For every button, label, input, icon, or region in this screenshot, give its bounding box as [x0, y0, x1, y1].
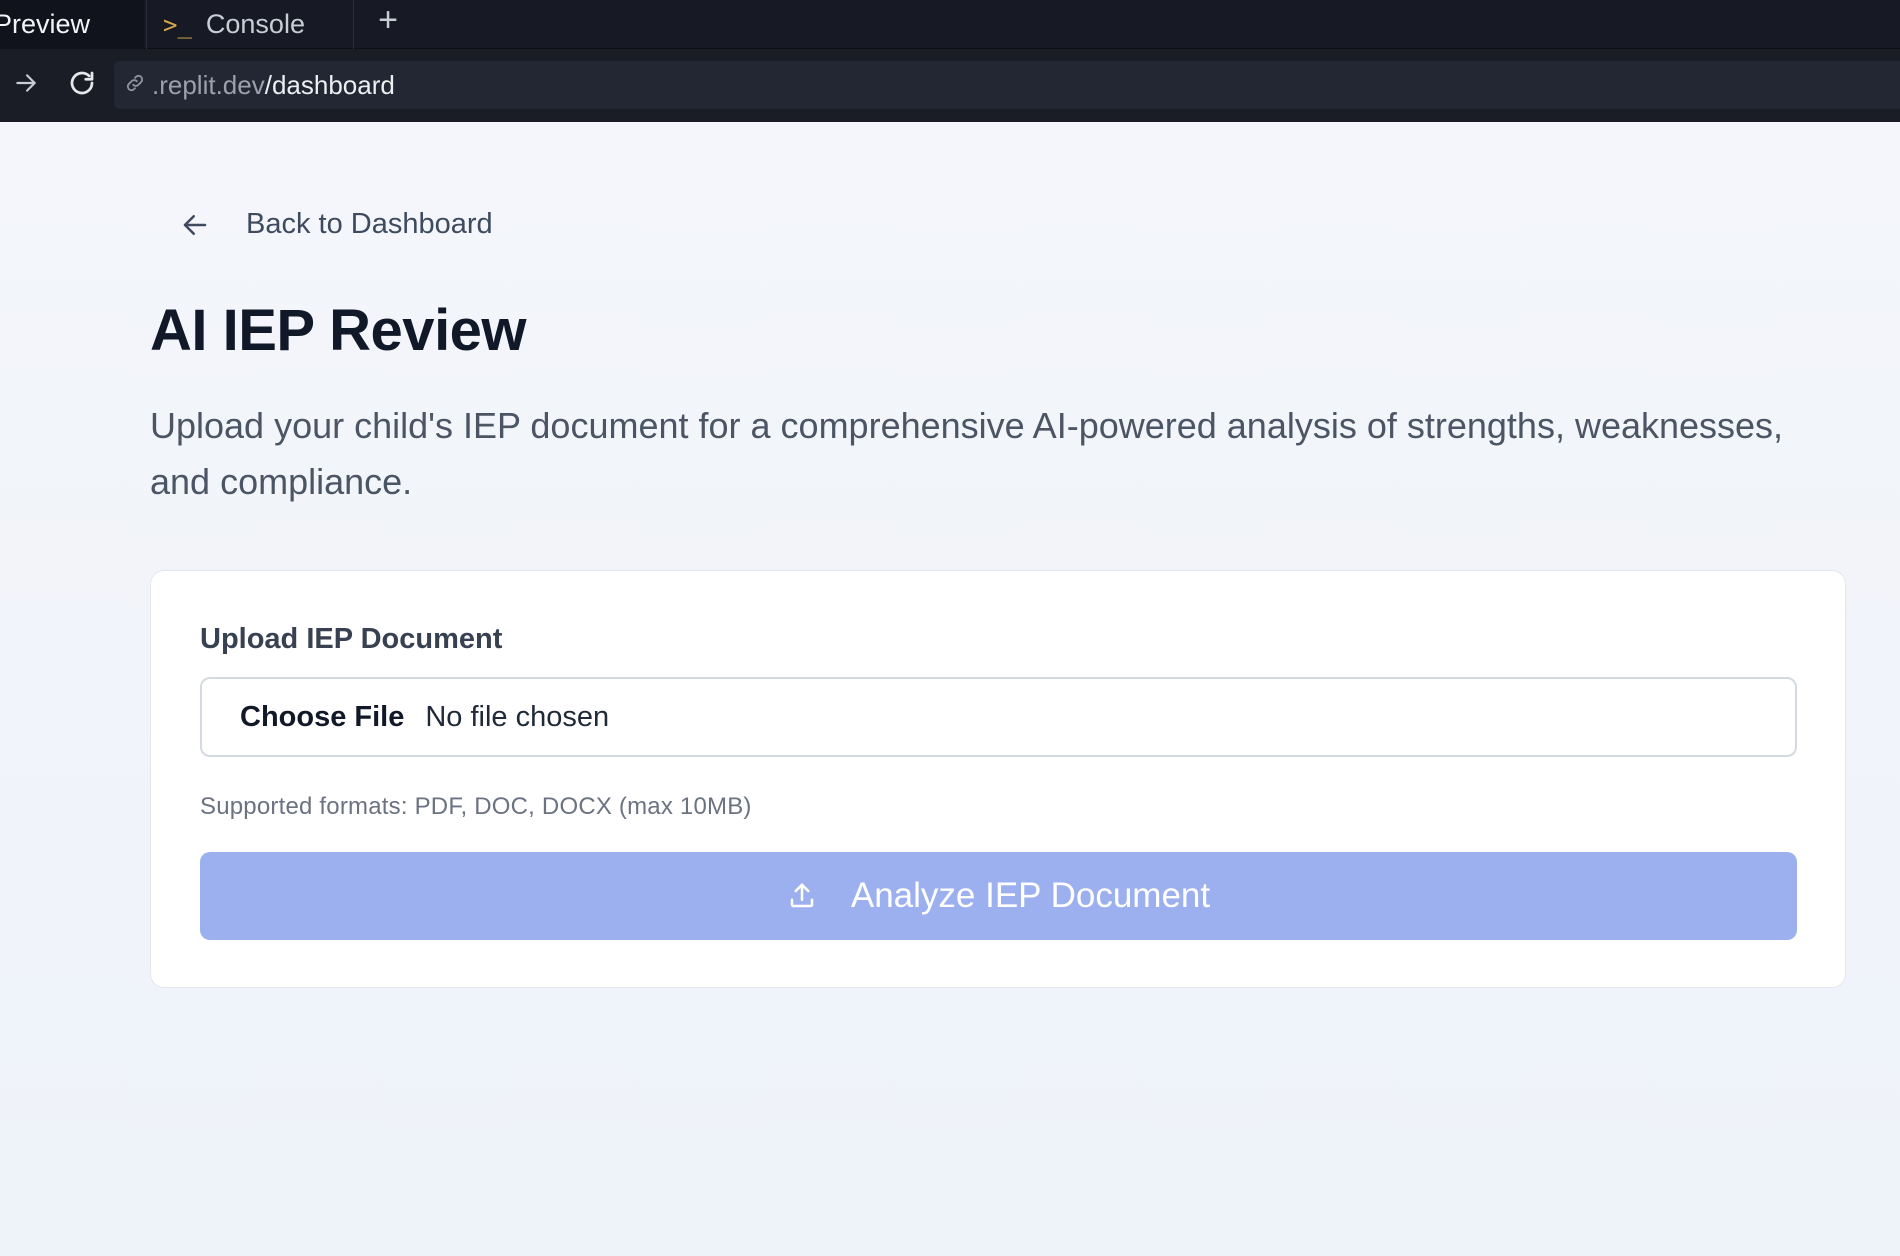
forward-arrow-icon[interactable]	[6, 63, 46, 103]
tab-strip: Preview >_ Console +	[0, 0, 1900, 49]
page-title: AI IEP Review	[150, 298, 527, 363]
page-description: Upload your child's IEP document for a c…	[150, 405, 1784, 502]
upload-field-label: Upload IEP Document	[200, 623, 503, 655]
url-path: /dashboard	[264, 69, 395, 100]
tab-console-label: Console	[205, 9, 305, 39]
url-bar: .replit.dev/dashboard	[0, 49, 1900, 122]
back-link-label: Back to Dashboard	[246, 208, 493, 240]
analyze-button-label: Analyze IEP Document	[850, 876, 1211, 915]
back-to-dashboard-link[interactable]: Back to Dashboard	[180, 208, 493, 241]
supported-formats-hint: Supported formats: PDF, DOC, DOCX (max 1…	[200, 793, 752, 820]
tab-preview[interactable]: Preview	[0, 0, 144, 49]
file-status-text: No file chosen	[425, 700, 610, 733]
url-host: .replit.dev	[152, 69, 265, 100]
plus-icon[interactable]: +	[368, 0, 408, 40]
terminal-prompt-icon: >_	[163, 10, 192, 39]
upload-icon	[787, 881, 817, 911]
analyze-iep-button[interactable]: Analyze IEP Document	[200, 852, 1797, 940]
tab-console[interactable]: >_ Console	[146, 0, 354, 49]
choose-file-button[interactable]: Choose File	[240, 701, 404, 734]
reload-icon[interactable]	[62, 63, 102, 103]
file-input[interactable]: Choose File No file chosen	[200, 677, 1797, 757]
upload-card: Upload IEP Document Choose File No file …	[150, 570, 1846, 988]
arrow-left-icon	[180, 210, 210, 240]
page-body: Back to Dashboard AI IEP Review Upload y…	[0, 122, 1900, 1256]
tab-preview-label: Preview	[0, 9, 91, 39]
url-field[interactable]: .replit.dev/dashboard	[114, 61, 1900, 109]
link-icon	[124, 70, 146, 101]
